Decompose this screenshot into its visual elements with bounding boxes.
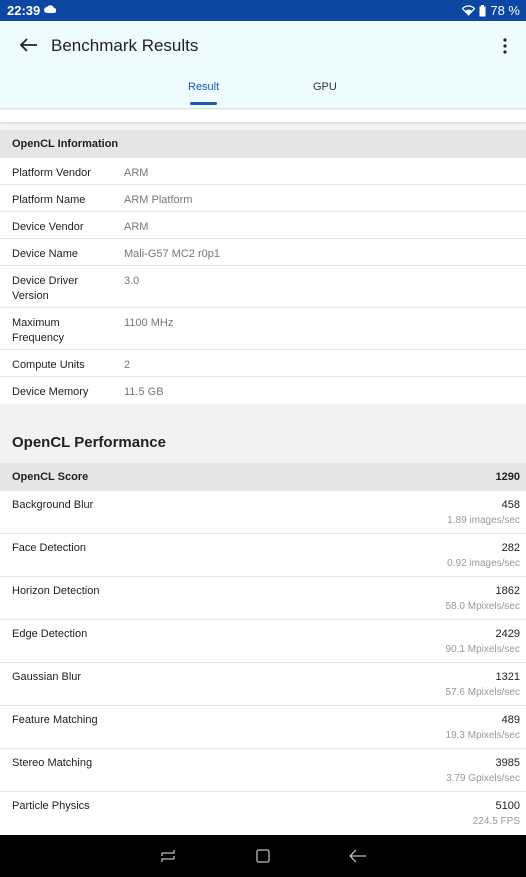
perf-test-name: Feature Matching <box>12 714 98 726</box>
perf-test-rate: 224.5 FPS <box>472 816 520 827</box>
perf-row: Gaussian Blur 1321 57.6 Mpixels/sec <box>0 663 526 706</box>
perf-test-score: 3985 <box>495 757 520 769</box>
perf-test-rate: 19.3 Mpixels/sec <box>445 730 520 741</box>
perf-test-name: Stereo Matching <box>12 757 93 769</box>
opencl-score-value: 1290 <box>495 471 520 483</box>
perf-test-score: 458 <box>501 499 520 511</box>
recent-apps-icon[interactable] <box>160 849 176 863</box>
info-value: ARM <box>124 221 149 233</box>
perf-test-name: Horizon Detection <box>12 585 100 597</box>
perf-row: Feature Matching 489 19.3 Mpixels/sec <box>0 706 526 749</box>
perf-test-rate: 1.89 images/sec <box>447 515 520 526</box>
info-key: Device Memory <box>12 386 89 398</box>
status-bar: 22:39 78 % <box>0 0 526 21</box>
info-value: 11.5 GB <box>124 386 164 398</box>
opencl-information-header: OpenCL Information <box>0 130 526 158</box>
info-value: 3.0 <box>124 275 140 287</box>
info-key: Platform Vendor <box>12 167 91 179</box>
page-title: Benchmark Results <box>51 36 199 55</box>
perf-test-name: Background Blur <box>12 499 94 511</box>
app-bar: Benchmark Results Result GPU <box>0 21 526 109</box>
info-key: Compute Units <box>12 359 85 371</box>
home-icon[interactable] <box>256 849 270 863</box>
info-row: Device Memory 11.5 GB <box>0 377 526 404</box>
perf-test-name: Particle Physics <box>12 800 90 812</box>
info-row: Platform Vendor ARM <box>0 158 526 185</box>
perf-test-score: 2429 <box>495 628 520 640</box>
perf-test-score: 489 <box>501 714 520 726</box>
info-row: Platform Name ARM Platform <box>0 185 526 212</box>
perf-test-rate: 0.92 images/sec <box>447 558 520 569</box>
perf-row: Particle Physics 5100 224.5 FPS <box>0 792 526 835</box>
status-time: 22:39 <box>7 3 41 18</box>
cloud-icon <box>44 5 56 13</box>
info-value: ARM Platform <box>124 194 193 206</box>
perf-row: Face Detection 282 0.92 images/sec <box>0 534 526 577</box>
perf-test-score: 5100 <box>495 800 520 812</box>
info-value: Mali-G57 MC2 r0p1 <box>124 248 220 260</box>
info-row: Compute Units 2 <box>0 350 526 377</box>
info-key: Device Name <box>12 248 79 260</box>
opencl-score-label: OpenCL Score <box>12 471 89 483</box>
info-key: Platform Name <box>12 194 86 206</box>
perf-row: Background Blur 458 1.89 images/sec <box>0 491 526 534</box>
info-value: 2 <box>124 359 131 371</box>
info-value: 1100 MHz <box>124 317 174 329</box>
info-row: Device Vendor ARM <box>0 212 526 239</box>
opencl-score-row: OpenCL Score 1290 <box>0 463 526 491</box>
perf-test-name: Face Detection <box>12 542 86 554</box>
perf-test-score: 1321 <box>495 671 520 683</box>
battery-icon <box>479 4 486 16</box>
tab-bar: Result GPU <box>0 79 526 109</box>
perf-test-score: 1862 <box>495 585 520 597</box>
perf-test-rate: 58.0 Mpixels/sec <box>445 601 520 612</box>
perf-test-rate: 3.79 Gpixels/sec <box>446 773 520 784</box>
info-row: Maximum Frequency 1100 MHz <box>0 308 526 350</box>
info-row: Device Name Mali-G57 MC2 r0p1 <box>0 239 526 266</box>
perf-test-rate: 90.1 Mpixels/sec <box>445 644 520 655</box>
perf-test-rate: 57.6 Mpixels/sec <box>445 687 520 698</box>
tab-gpu[interactable]: GPU <box>313 81 337 93</box>
perf-row: Stereo Matching 3985 3.79 Gpixels/sec <box>0 749 526 792</box>
more-options-icon[interactable] <box>502 38 508 54</box>
tab-indicator <box>190 102 217 105</box>
perf-test-score: 282 <box>501 542 520 554</box>
opencl-information-card: OpenCL Information Platform Vendor ARM P… <box>0 130 526 404</box>
info-key: Device Driver Version <box>12 275 79 302</box>
opencl-performance-title: OpenCL Performance <box>12 434 166 451</box>
system-navigation-bar <box>0 835 526 877</box>
perf-row: Horizon Detection 1862 58.0 Mpixels/sec <box>0 577 526 620</box>
info-key: Maximum Frequency <box>12 317 64 344</box>
perf-test-name: Edge Detection <box>12 628 88 640</box>
scrolled-card-edge <box>0 110 526 122</box>
info-row: Device Driver Version 3.0 <box>0 266 526 308</box>
perf-test-name: Gaussian Blur <box>12 671 82 683</box>
battery-level: 78 % <box>490 3 520 18</box>
wifi-icon <box>462 5 476 16</box>
tab-result[interactable]: Result <box>188 81 219 93</box>
info-key: Device Vendor <box>12 221 84 233</box>
opencl-performance-card: OpenCL Score 1290 Background Blur 458 1.… <box>0 463 526 835</box>
info-value: ARM <box>124 167 149 179</box>
perf-row: Edge Detection 2429 90.1 Mpixels/sec <box>0 620 526 663</box>
back-arrow-icon[interactable] <box>18 37 38 53</box>
nav-back-icon[interactable] <box>349 849 367 863</box>
